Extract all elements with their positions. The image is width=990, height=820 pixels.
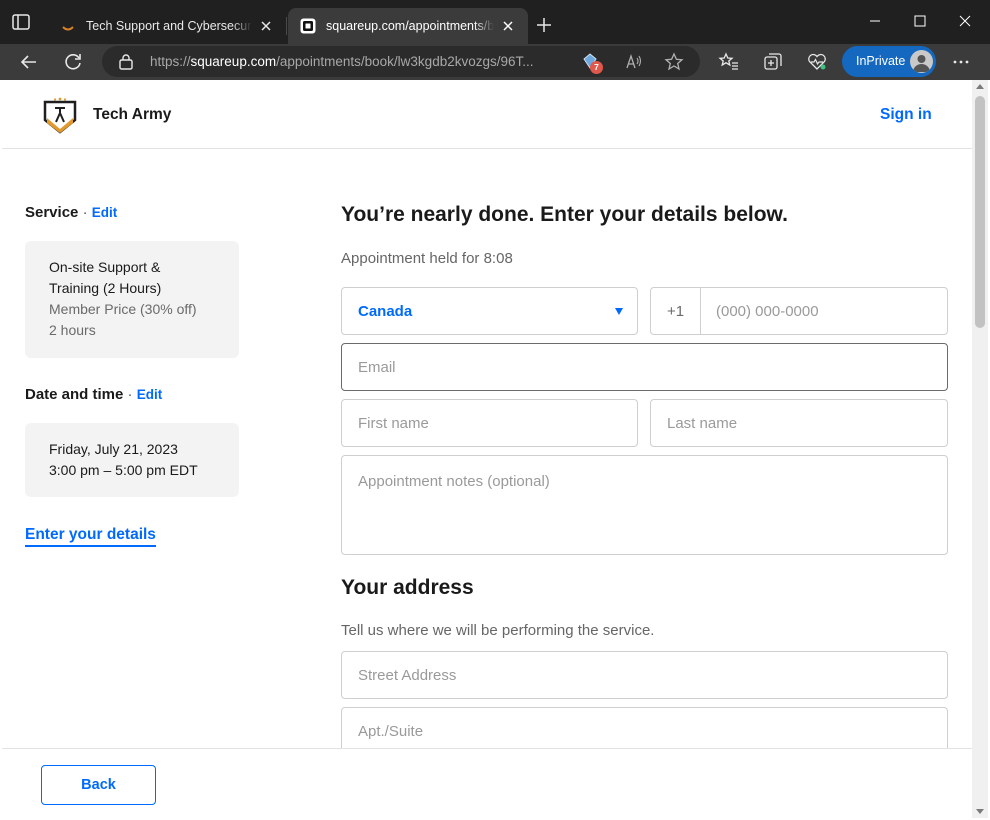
more-options-icon[interactable]	[949, 50, 973, 74]
service-name-line2: Training (2 Hours)	[49, 280, 162, 296]
url-text[interactable]: https://squareup.com/appointments/book/l…	[150, 54, 570, 69]
square-favicon-icon	[300, 18, 316, 34]
browser-titlebar: Tech Support and Cybersecurity - Tech Ar…	[0, 0, 990, 44]
email-field[interactable]: Email	[341, 343, 948, 391]
hold-timer-text: Appointment held for 8:08	[341, 250, 513, 267]
first-name-field[interactable]: First name	[341, 399, 638, 447]
extension-badge: 7	[590, 61, 603, 74]
appointment-time: 3:00 pm – 5:00 pm EDT	[49, 462, 198, 478]
phone-field[interactable]: +1 (000) 000-0000	[650, 287, 948, 335]
service-price: Member Price (30% off)	[49, 301, 197, 317]
tab-tech-army[interactable]: Tech Support and Cybersecurity - Tech Ar…	[48, 8, 287, 44]
address-heading: Your address	[341, 576, 474, 599]
tech-army-logo-icon[interactable]	[42, 96, 78, 134]
scroll-down-arrow-icon[interactable]	[976, 809, 984, 814]
new-tab-icon[interactable]	[534, 15, 554, 35]
appointment-notes-field[interactable]: Appointment notes (optional)	[341, 455, 948, 555]
country-select[interactable]: Canada	[341, 287, 638, 335]
tab-title: Tech Support and Cybersecurity - Tech Ar…	[86, 19, 252, 33]
maximize-icon[interactable]	[905, 8, 935, 34]
favorites-icon[interactable]	[717, 50, 741, 74]
back-arrow-icon[interactable]	[17, 50, 41, 74]
scroll-up-arrow-icon[interactable]	[976, 84, 984, 89]
minimize-icon[interactable]	[860, 8, 890, 34]
service-summary-card: On-site Support & Training (2 Hours) Mem…	[25, 241, 239, 358]
country-value: Canada	[358, 302, 413, 320]
service-duration: 2 hours	[49, 322, 96, 338]
street-address-field[interactable]: Street Address	[341, 651, 948, 699]
inprivate-button[interactable]: InPrivate	[842, 46, 936, 77]
browser-essentials-icon[interactable]	[805, 50, 829, 74]
sign-in-link[interactable]: Sign in	[880, 106, 932, 124]
refresh-icon[interactable]	[61, 50, 85, 74]
inprivate-label: InPrivate	[856, 54, 906, 68]
address-subtext: Tell us where we will be performing the …	[341, 622, 655, 639]
extension-icon[interactable]: 7	[580, 51, 603, 74]
tab-squareup[interactable]: squareup.com/appointments/book/lw3kgdb2k…	[288, 8, 528, 44]
page-scrollbar[interactable]	[972, 80, 988, 818]
service-heading-label: Service	[25, 204, 79, 221]
service-name-line1: On-site Support &	[49, 259, 161, 275]
scroll-thumb[interactable]	[975, 96, 985, 328]
separator: ·	[127, 386, 133, 403]
url-host: squareup.com	[190, 54, 277, 69]
business-name: Tech Army	[93, 106, 172, 123]
edit-service-link[interactable]: Edit	[92, 205, 118, 220]
phone-country-code: +1	[651, 288, 701, 334]
dropdown-caret-icon	[615, 308, 623, 315]
close-tab-icon[interactable]	[258, 18, 274, 34]
appointment-date: Friday, July 21, 2023	[49, 441, 178, 457]
back-button[interactable]: Back	[41, 765, 156, 805]
footer-bar: Back	[2, 748, 972, 818]
address-bar[interactable]: https://squareup.com/appointments/book/l…	[102, 46, 700, 77]
profile-avatar-icon	[910, 50, 933, 73]
url-path: /appointments/book/lw3kgdb2kvozgs/96T...	[276, 54, 534, 69]
close-tab-icon[interactable]	[500, 18, 516, 34]
date-time-heading: Date and time · Edit	[25, 386, 162, 406]
browser-toolbar: https://squareup.com/appointments/book/l…	[0, 44, 990, 80]
page-header: Tech Army Sign in	[2, 80, 972, 149]
edit-date-link[interactable]: Edit	[137, 387, 163, 402]
date-heading-label: Date and time	[25, 386, 124, 403]
tech-army-favicon-icon	[62, 26, 74, 31]
separator: ·	[82, 204, 88, 221]
close-window-icon[interactable]	[950, 8, 980, 34]
phone-input[interactable]: (000) 000-0000	[701, 303, 819, 320]
current-step-link[interactable]: Enter your details	[25, 526, 156, 547]
booking-page: Tech Army Sign in Service · Edit On-site…	[2, 80, 972, 818]
form-title: You’re nearly done. Enter your details b…	[341, 203, 788, 226]
service-heading: Service · Edit	[25, 204, 117, 224]
date-summary-card: Friday, July 21, 2023 3:00 pm – 5:00 pm …	[25, 423, 239, 497]
lock-icon[interactable]	[118, 53, 134, 70]
url-prefix: https://	[150, 54, 191, 69]
favorite-star-icon[interactable]	[664, 52, 684, 72]
read-aloud-icon[interactable]	[624, 52, 644, 72]
tab-actions-icon[interactable]	[12, 14, 30, 30]
collections-icon[interactable]	[761, 50, 785, 74]
tab-title: squareup.com/appointments/book/lw3kgdb2k…	[326, 19, 494, 33]
last-name-field[interactable]: Last name	[650, 399, 948, 447]
